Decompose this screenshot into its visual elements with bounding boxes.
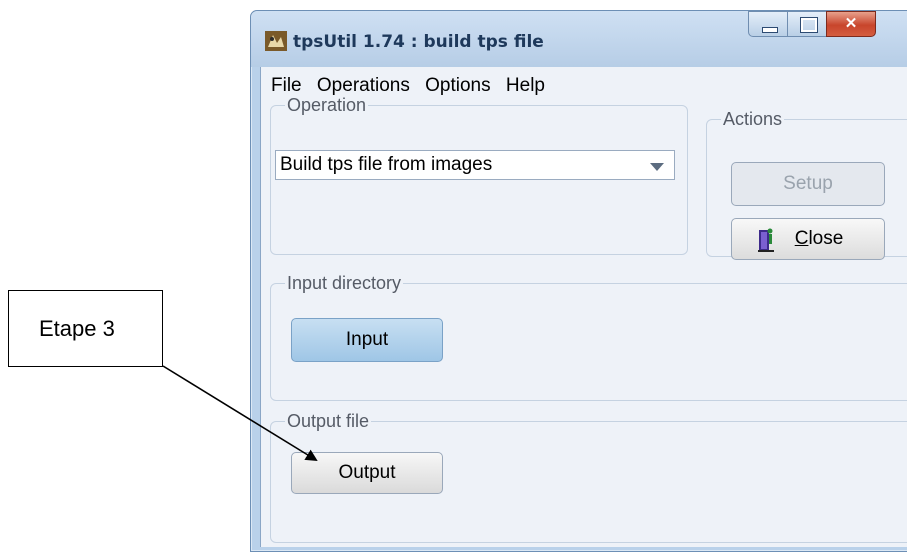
arrow-annotation (162, 365, 318, 462)
